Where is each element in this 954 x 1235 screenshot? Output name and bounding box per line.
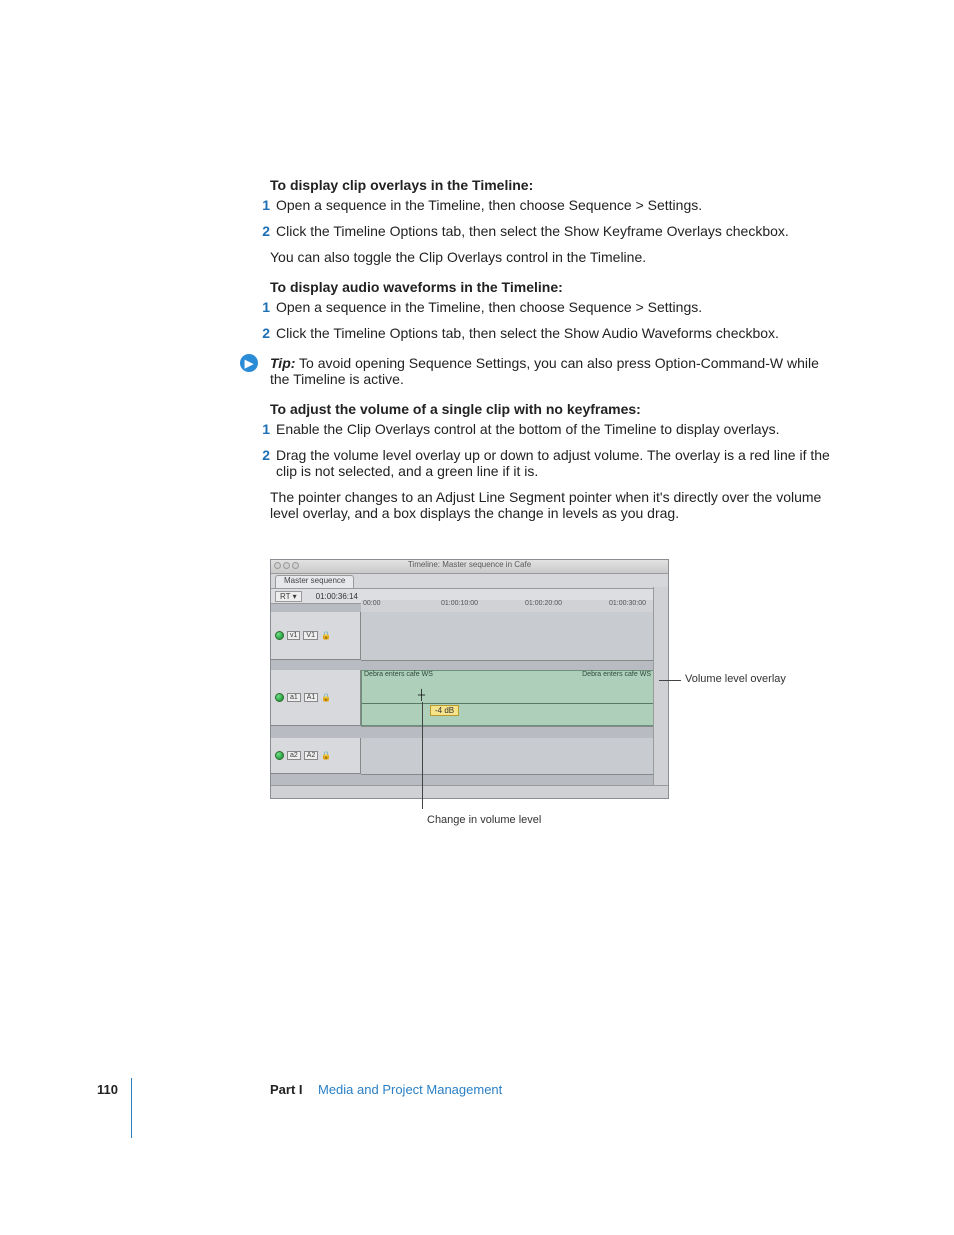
track-dst-v1[interactable]: V1 [303,631,318,640]
step-3-1: 1 Enable the Clip Overlays control at th… [270,421,830,437]
step-number: 2 [254,325,270,341]
visibility-led-icon[interactable] [275,693,284,702]
step-1-2: 2 Click the Timeline Options tab, then s… [270,223,830,239]
ruler-tick: 00:00 [363,600,381,607]
step-text: Enable the Clip Overlays control at the … [276,421,779,437]
page-content: To display clip overlays in the Timeline… [270,163,830,531]
rt-button[interactable]: RT ▾ [275,591,302,602]
right-scrollbar[interactable] [653,587,668,798]
callout-volume-overlay: Volume level overlay [685,673,786,685]
callout-line [659,680,681,681]
heading-adjust-volume: To adjust the volume of a single clip wi… [270,401,830,417]
paragraph: You can also toggle the Clip Overlays co… [270,249,830,265]
volume-overlay-line[interactable] [362,703,653,704]
tip-block: ▶ Tip: To avoid opening Sequence Setting… [270,355,830,387]
heading-audio-waveforms: To display audio waveforms in the Timeli… [270,279,830,295]
timeline-screenshot: Timeline: Master sequence in Cafe Master… [270,559,669,799]
clip-label: Debra enters cafe WS [364,671,433,678]
visibility-led-icon[interactable] [275,751,284,760]
step-number: 1 [254,421,270,437]
track-dst-a2[interactable]: A2 [304,751,319,760]
track-dst-a1[interactable]: A1 [304,693,319,702]
ruler-tick: 01:00:30:00 [609,600,646,607]
step-number: 1 [254,197,270,213]
callout-change-volume: Change in volume level [427,814,541,826]
lock-icon[interactable]: 🔒 [321,693,331,702]
track-src-a2[interactable]: a2 [287,751,301,760]
clip-label: Debra enters cafe WS [582,671,651,678]
step-text: Drag the volume level overlay up or down… [276,447,830,479]
window-titlebar: Timeline: Master sequence in Cafe [271,560,668,574]
footer-rule [131,1078,132,1138]
adjust-segment-cursor-icon: ┼ [418,693,428,703]
bottom-toolbar[interactable] [271,785,668,798]
db-readout: -4 dB [430,705,459,716]
step-3-2: 2 Drag the volume level overlay up or do… [270,447,830,479]
track-area: v1 V1 🔒 a1 A1 🔒 Debra enters cafe WS Deb… [271,612,654,786]
step-text: Click the Timeline Options tab, then sel… [276,325,779,341]
track-head-a1[interactable]: a1 A1 🔒 [271,670,361,726]
step-number: 2 [254,223,270,239]
audio-clip[interactable]: Debra enters cafe WS Debra enters cafe W… [361,670,654,726]
timecode: 01:00:36:14 [316,592,358,601]
step-1-1: 1 Open a sequence in the Timeline, then … [270,197,830,213]
callout-line [422,702,423,809]
visibility-led-icon[interactable] [275,631,284,640]
step-2-1: 1 Open a sequence in the Timeline, then … [270,299,830,315]
footer-title: Media and Project Management [318,1082,502,1097]
track-src-v1[interactable]: v1 [287,631,300,640]
step-text: Click the Timeline Options tab, then sel… [276,223,789,239]
paragraph: The pointer changes to an Adjust Line Se… [270,489,830,521]
lock-icon[interactable]: 🔒 [321,631,331,640]
ruler-tick: 01:00:10:00 [441,600,478,607]
page-number: 110 [97,1082,118,1097]
tip-text: To avoid opening Sequence Settings, you … [270,355,819,387]
footer-part: Part I [270,1082,303,1097]
tab-row: Master sequence [271,574,668,589]
step-number: 2 [254,447,270,479]
lock-icon[interactable]: 🔒 [321,751,331,760]
heading-clip-overlays: To display clip overlays in the Timeline… [270,177,830,193]
step-text: Open a sequence in the Timeline, then ch… [276,197,702,213]
track-body-a1[interactable]: Debra enters cafe WS Debra enters cafe W… [361,670,654,727]
sequence-tab[interactable]: Master sequence [275,575,354,588]
track-body-a2[interactable] [361,738,654,775]
tip-label: Tip: [270,355,295,371]
window-title: Timeline: Master sequence in Cafe [408,560,531,569]
track-head-a2[interactable]: a2 A2 🔒 [271,738,361,774]
step-number: 1 [254,299,270,315]
step-2-2: 2 Click the Timeline Options tab, then s… [270,325,830,341]
ruler-tick: 01:00:20:00 [525,600,562,607]
step-text: Open a sequence in the Timeline, then ch… [276,299,702,315]
track-src-a1[interactable]: a1 [287,693,301,702]
tip-icon: ▶ [240,354,258,372]
traffic-lights [274,562,299,569]
track-body-v1[interactable] [361,612,654,661]
track-head-v1[interactable]: v1 V1 🔒 [271,612,361,660]
